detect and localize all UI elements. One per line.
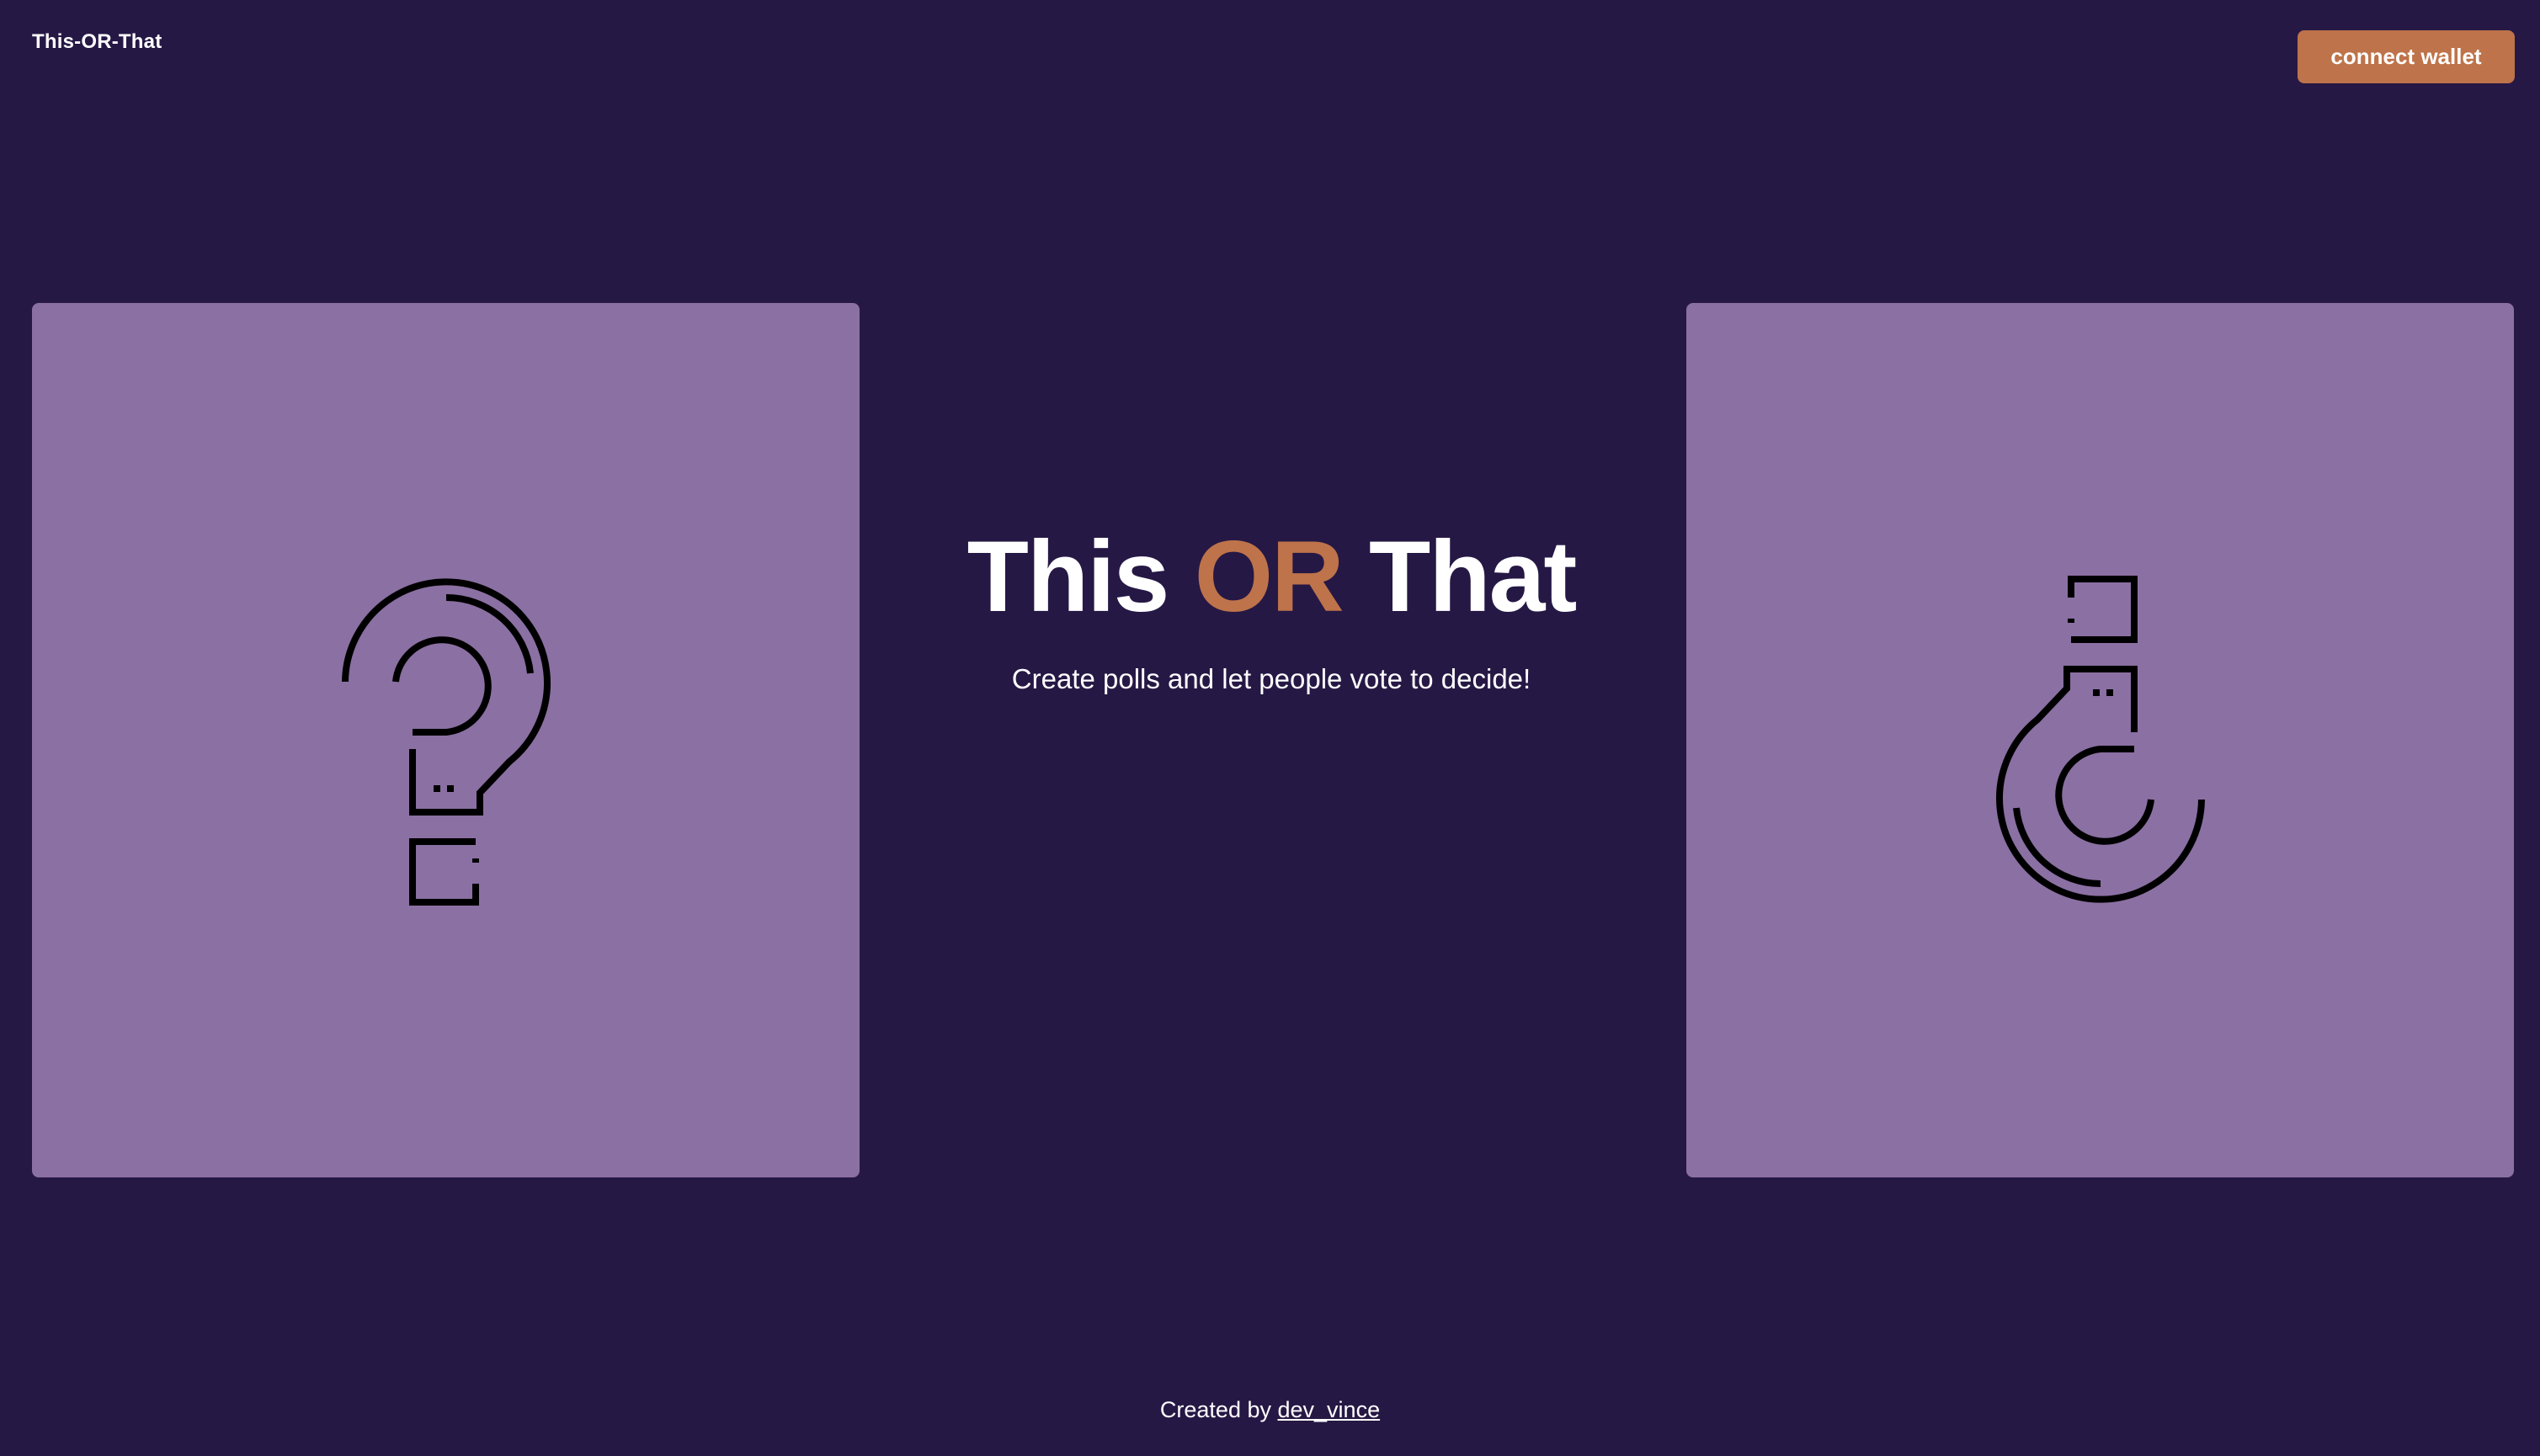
connect-wallet-button[interactable]: connect wallet — [2298, 30, 2515, 83]
footer-prefix: Created by — [1159, 1397, 1271, 1422]
question-mark-icon — [341, 577, 551, 906]
author-link[interactable]: dev_vince — [1278, 1397, 1381, 1422]
option-card-right[interactable] — [1686, 303, 2514, 1177]
hero-title-that: That — [1369, 520, 1577, 633]
option-card-left[interactable] — [32, 303, 860, 1177]
hero-subtitle: Create polls and let people vote to deci… — [1011, 663, 1531, 694]
page: This-OR-That connect wallet This OR That… — [0, 0, 2540, 1456]
footer: Created by dev_vince — [0, 1397, 2540, 1423]
hero-title-or: OR — [1194, 520, 1345, 633]
hero-title: This OR That — [926, 513, 1616, 640]
brand-logo-text[interactable]: This-OR-That — [32, 30, 162, 54]
hero-title-this: This — [966, 520, 1170, 633]
inverted-question-mark-icon — [1995, 575, 2205, 903]
hero: This OR That Create polls and let people… — [926, 513, 1616, 695]
